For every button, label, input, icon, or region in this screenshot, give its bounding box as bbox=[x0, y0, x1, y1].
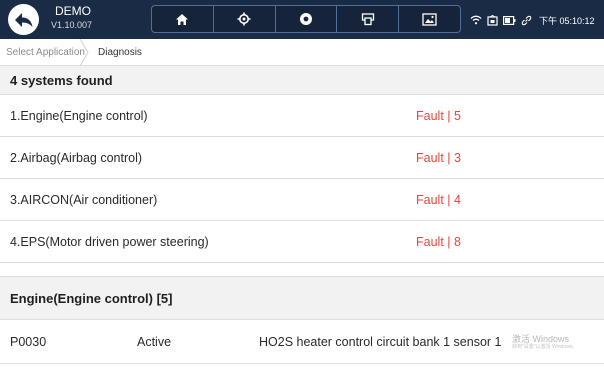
system-name: 3.AIRCON(Air conditioner) bbox=[10, 193, 158, 207]
section-title: Engine(Engine control) [5] bbox=[10, 291, 173, 306]
fault-status: Fault | 8 bbox=[416, 235, 461, 249]
record-icon bbox=[299, 13, 312, 25]
link-icon bbox=[521, 15, 532, 25]
chevron-right-icon bbox=[79, 39, 89, 66]
app-name: DEMO bbox=[55, 4, 91, 18]
breadcrumb-select-application[interactable]: Select Application bbox=[6, 39, 85, 66]
print-button[interactable] bbox=[337, 6, 400, 32]
wifi-icon bbox=[470, 15, 482, 25]
dtc-description: HO2S heater control circuit bank 1 senso… bbox=[259, 335, 502, 349]
home-button[interactable] bbox=[152, 6, 214, 32]
clock: 下午 05:10:12 bbox=[539, 15, 595, 26]
system-name: 1.Engine(Engine control) bbox=[10, 109, 148, 123]
record-button[interactable] bbox=[276, 6, 338, 32]
home-icon bbox=[176, 13, 189, 25]
battery-icon bbox=[503, 15, 516, 25]
back-button[interactable] bbox=[8, 4, 39, 35]
vci-icon bbox=[487, 14, 498, 26]
watermark-subtitle: 转到"设置"以激活 Windows。 bbox=[512, 344, 578, 350]
screenshot-button[interactable] bbox=[399, 6, 460, 32]
system-row-engine[interactable]: 1.Engine(Engine control) Fault | 5 bbox=[0, 95, 604, 137]
top-bar: DEMO V1.10.007 下午 05:10:12 bbox=[0, 0, 604, 39]
fault-status: Fault | 3 bbox=[416, 151, 461, 165]
system-row-airbag[interactable]: 2.Airbag(Airbag control) Fault | 3 bbox=[0, 137, 604, 179]
dtc-code: P0030 bbox=[10, 335, 47, 349]
systems-found-label: 4 systems found bbox=[10, 73, 113, 88]
fault-status: Fault | 4 bbox=[416, 193, 461, 207]
settings-icon bbox=[237, 12, 251, 26]
print-icon bbox=[361, 13, 374, 26]
system-name: 2.Airbag(Airbag control) bbox=[10, 151, 143, 165]
system-name: 4.EPS(Motor driven power steering) bbox=[10, 235, 209, 249]
status-bar: 下午 05:10:12 bbox=[470, 11, 595, 29]
fault-status: Fault | 5 bbox=[416, 109, 461, 123]
toolbar bbox=[151, 5, 461, 33]
breadcrumb: Select Application Diagnosis bbox=[0, 39, 604, 66]
engine-section-header: Engine(Engine control) [5] bbox=[0, 276, 604, 320]
system-row-eps[interactable]: 4.EPS(Motor driven power steering) Fault… bbox=[0, 221, 604, 263]
screenshot-icon bbox=[422, 12, 437, 26]
system-row-aircon[interactable]: 3.AIRCON(Air conditioner) Fault | 4 bbox=[0, 179, 604, 221]
table-row-partial bbox=[0, 364, 604, 381]
app-version: V1.10.007 bbox=[51, 20, 93, 30]
back-arrow-icon bbox=[14, 12, 32, 27]
breadcrumb-diagnosis: Diagnosis bbox=[98, 47, 142, 58]
systems-found-header: 4 systems found bbox=[0, 66, 604, 95]
dtc-state: Active bbox=[137, 335, 172, 349]
settings-button[interactable] bbox=[214, 6, 276, 32]
